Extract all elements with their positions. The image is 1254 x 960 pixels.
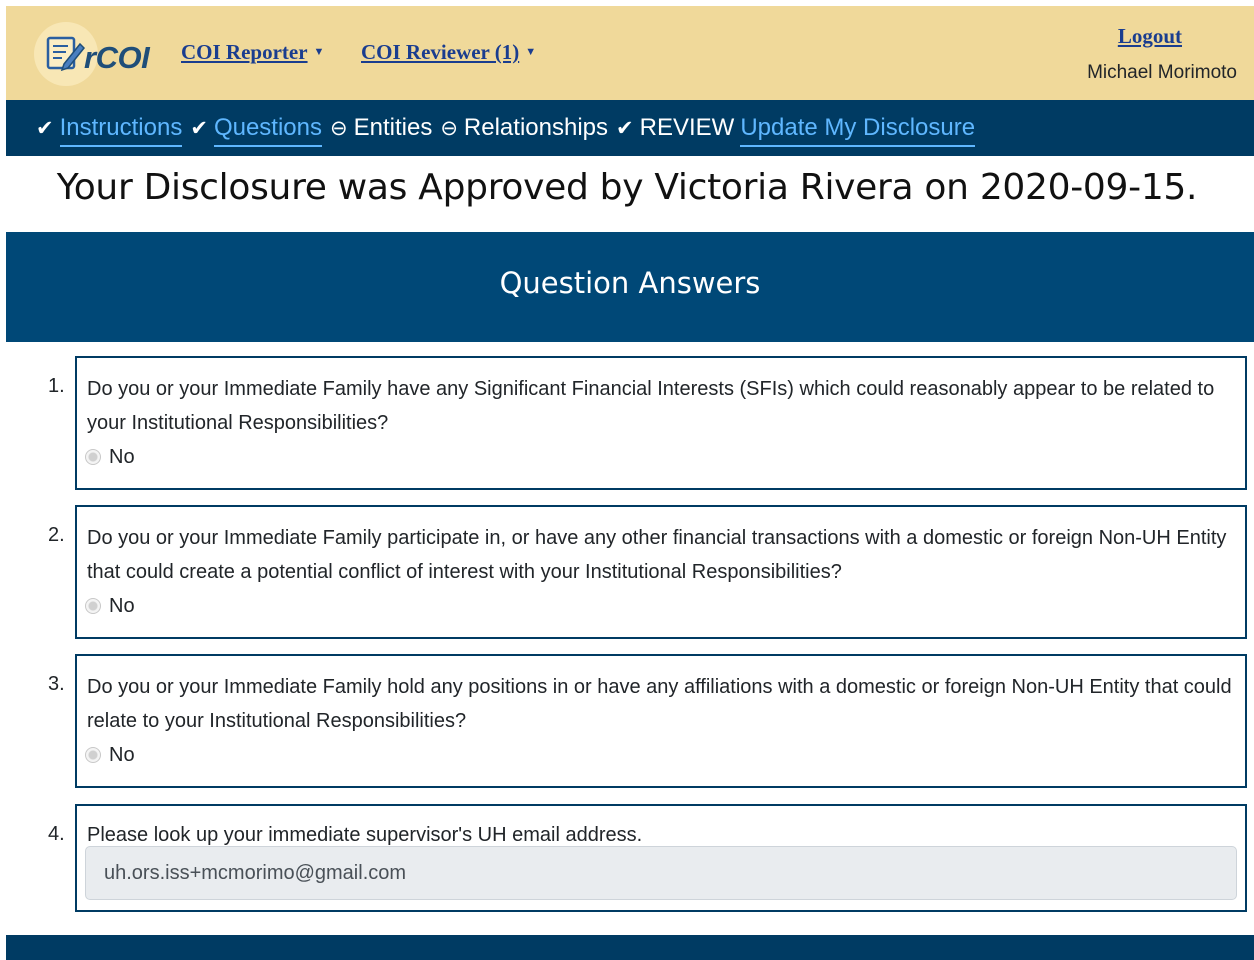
footer-banner — [6, 935, 1254, 960]
question-number: 2. — [48, 524, 65, 546]
radio-button — [85, 598, 101, 614]
logout-link[interactable]: Logout — [1118, 26, 1182, 47]
radio-button — [85, 449, 101, 465]
caret-down-icon: ▼ — [313, 46, 325, 58]
step-label: Entities — [353, 114, 433, 141]
step-label[interactable]: Instructions — [59, 114, 183, 147]
question-box: Do you or your Immediate Family hold any… — [75, 654, 1247, 788]
caret-down-icon: ▼ — [525, 46, 537, 58]
question-box: Do you or your Immediate Family particip… — [75, 505, 1247, 639]
question-number: 3. — [48, 673, 65, 695]
question-box: Please look up your immediate supervisor… — [75, 804, 1247, 912]
pencil-document-icon — [46, 36, 86, 72]
check-icon: ✔ — [616, 117, 634, 140]
radio-button — [85, 747, 101, 763]
answer-option: No — [85, 440, 1237, 474]
approval-message: Your Disclosure was Approved by Victoria… — [56, 167, 1198, 208]
step-label: REVIEW — [639, 114, 735, 141]
rcoi-logo[interactable]: rCOI — [34, 22, 166, 86]
question-text: Do you or your Immediate Family hold any… — [87, 676, 1232, 732]
logo-text: rCOI — [84, 40, 150, 75]
section-title: Question Answers — [499, 266, 761, 300]
answer-label: No — [109, 744, 135, 766]
minus-circle-icon: ⊖ — [440, 117, 458, 140]
check-icon: ✔ — [36, 117, 54, 140]
answer-label: No — [109, 446, 135, 468]
answer-option: No — [85, 738, 1237, 772]
coi-reporter-menu[interactable]: COI Reporter ▼ — [181, 42, 324, 63]
top-header: rCOI COI Reporter ▼ COI Reviewer (1) ▼ Log… — [6, 6, 1254, 100]
question-box: Do you or your Immediate Family have any… — [75, 356, 1247, 490]
coi-reviewer-menu[interactable]: COI Reviewer (1) ▼ — [361, 42, 536, 63]
question-number: 1. — [48, 375, 65, 397]
coi-reporter-label: COI Reporter — [181, 40, 308, 64]
answer-option: No — [85, 589, 1237, 623]
answer-label: No — [109, 595, 135, 617]
question-text: Do you or your Immediate Family have any… — [87, 378, 1215, 434]
step-review: ✔ REVIEW — [616, 114, 740, 143]
minus-circle-icon: ⊖ — [330, 117, 348, 140]
coi-reviewer-label: COI Reviewer (1) — [361, 40, 520, 64]
question-text: Do you or your Immediate Family particip… — [87, 527, 1227, 583]
step-questions[interactable]: ✔ Questions — [190, 114, 330, 147]
step-instructions[interactable]: ✔ Instructions — [36, 114, 190, 147]
check-icon: ✔ — [190, 117, 208, 140]
step-label[interactable]: Update My Disclosure — [740, 114, 976, 147]
user-name: Michael Morimoto — [1087, 62, 1237, 83]
question-number: 4. — [48, 823, 65, 845]
step-navigation: ✔ Instructions ✔ Questions ⊖ Entities ⊖ … — [6, 100, 1254, 156]
step-label: Relationships — [463, 114, 609, 141]
step-relationships: ⊖ Relationships — [440, 114, 616, 143]
step-label[interactable]: Questions — [213, 114, 322, 147]
section-banner: Question Answers — [6, 232, 1254, 342]
update-disclosure-link[interactable]: Update My Disclosure — [740, 114, 983, 147]
step-entities: ⊖ Entities — [330, 114, 440, 143]
supervisor-email-field[interactable]: uh.ors.iss+mcmorimo@gmail.com — [85, 846, 1237, 900]
